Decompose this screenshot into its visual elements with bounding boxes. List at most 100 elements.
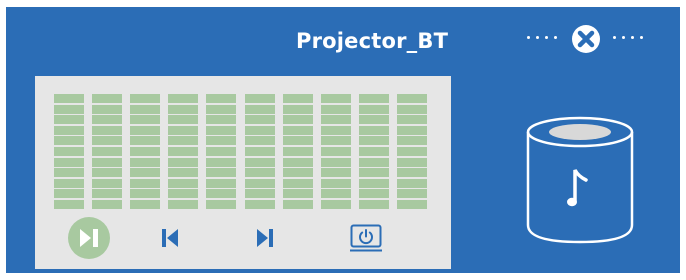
skip-previous-icon — [162, 229, 178, 247]
equalizer-band — [54, 91, 84, 209]
equalizer-segment — [244, 200, 275, 209]
play-pause-button[interactable] — [68, 217, 110, 259]
equalizer-segment — [54, 178, 84, 188]
equalizer-segment — [130, 189, 161, 199]
equalizer-segment — [320, 136, 351, 146]
equalizer-segment — [396, 136, 427, 146]
equalizer-segment — [320, 115, 351, 125]
power-button[interactable] — [348, 222, 384, 254]
power-icon — [350, 224, 382, 252]
equalizer-segment — [54, 94, 84, 103]
equalizer-segment — [358, 125, 389, 135]
equalizer-segment — [244, 189, 275, 199]
equalizer-segment — [244, 125, 275, 135]
equalizer-segment — [130, 168, 161, 178]
equalizer-segment — [130, 104, 161, 114]
equalizer-segment — [92, 200, 123, 209]
equalizer-segment — [206, 200, 237, 209]
equalizer-segment — [358, 115, 389, 125]
equalizer-segment — [206, 136, 237, 146]
next-track-button[interactable] — [250, 226, 280, 250]
equalizer-segment — [54, 147, 84, 156]
equalizer-segment — [358, 200, 389, 209]
equalizer-segment — [282, 115, 313, 125]
equalizer-segment — [130, 115, 161, 125]
equalizer-segment — [92, 136, 123, 146]
equalizer-segment — [168, 189, 199, 199]
equalizer-band — [282, 91, 313, 209]
play-pause-icon — [68, 217, 110, 259]
equalizer-segment — [168, 157, 199, 167]
equalizer-segment — [92, 168, 123, 178]
equalizer-band — [92, 91, 123, 209]
equalizer-segment — [130, 94, 161, 103]
equalizer-segment — [168, 136, 199, 146]
equalizer-segment — [282, 157, 313, 167]
equalizer-segment — [320, 125, 351, 135]
equalizer-segment — [206, 168, 237, 178]
equalizer-segment — [168, 104, 199, 114]
equalizer-segment — [130, 200, 161, 209]
equalizer-segment — [92, 157, 123, 167]
skip-next-icon — [257, 229, 273, 247]
equalizer-segment — [358, 189, 389, 199]
connection-status — [524, 21, 660, 55]
equalizer-segment — [320, 94, 351, 103]
equalizer-segment — [130, 136, 161, 146]
equalizer-segment — [282, 104, 313, 114]
equalizer — [54, 91, 436, 209]
equalizer-segment — [92, 147, 123, 156]
disconnect-x-icon[interactable] — [571, 24, 601, 54]
equalizer-segment — [282, 200, 313, 209]
equalizer-segment — [244, 157, 275, 167]
equalizer-segment — [130, 125, 161, 135]
equalizer-segment — [206, 94, 237, 103]
equalizer-segment — [396, 157, 427, 167]
equalizer-segment — [396, 94, 427, 103]
equalizer-segment — [396, 125, 427, 135]
equalizer-segment — [396, 200, 427, 209]
equalizer-segment — [320, 168, 351, 178]
equalizer-segment — [54, 136, 84, 146]
equalizer-segment — [54, 168, 84, 178]
equalizer-band — [396, 91, 427, 209]
equalizer-segment — [206, 104, 237, 114]
equalizer-band — [358, 91, 389, 209]
connection-dots-right — [613, 36, 643, 39]
equalizer-segment — [244, 178, 275, 188]
equalizer-band — [130, 91, 161, 209]
speaker-music-icon — [520, 110, 640, 250]
equalizer-segment — [168, 168, 199, 178]
previous-track-button[interactable] — [155, 226, 185, 250]
equalizer-segment — [358, 136, 389, 146]
equalizer-segment — [282, 178, 313, 188]
equalizer-band — [320, 91, 351, 209]
equalizer-segment — [358, 168, 389, 178]
equalizer-segment — [54, 157, 84, 167]
equalizer-segment — [168, 94, 199, 103]
equalizer-segment — [130, 157, 161, 167]
equalizer-segment — [282, 147, 313, 156]
equalizer-segment — [396, 168, 427, 178]
equalizer-segment — [282, 94, 313, 103]
equalizer-segment — [206, 125, 237, 135]
equalizer-segment — [320, 200, 351, 209]
equalizer-segment — [244, 115, 275, 125]
equalizer-segment — [206, 147, 237, 156]
equalizer-segment — [54, 189, 84, 199]
equalizer-band — [244, 91, 275, 209]
equalizer-segment — [168, 178, 199, 188]
equalizer-segment — [168, 125, 199, 135]
equalizer-segment — [54, 115, 84, 125]
equalizer-segment — [206, 189, 237, 199]
equalizer-segment — [358, 147, 389, 156]
equalizer-segment — [54, 125, 84, 135]
equalizer-segment — [282, 136, 313, 146]
equalizer-segment — [320, 147, 351, 156]
equalizer-segment — [396, 178, 427, 188]
device-name: Projector_BT — [296, 29, 449, 53]
equalizer-band — [168, 91, 199, 209]
equalizer-segment — [206, 157, 237, 167]
equalizer-segment — [320, 157, 351, 167]
equalizer-segment — [92, 178, 123, 188]
